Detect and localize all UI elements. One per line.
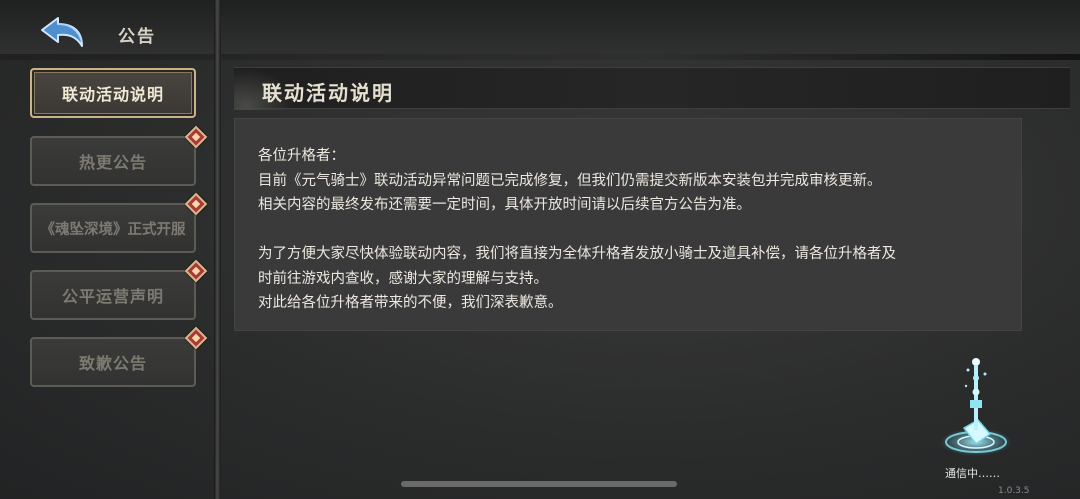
sidebar-item-label: 《魂坠深境》正式开服	[40, 221, 186, 238]
content-panel: 各位升格者： 目前《元气骑士》联动活动异常问题已完成修复，但我们仍需提交新版本安…	[234, 118, 1022, 331]
body-line: 相关内容的最终发布还需要一定时间，具体开放时间请以后续官方公告为准。	[258, 197, 751, 213]
content-title: 联动活动说明	[262, 81, 394, 105]
home-indicator[interactable]	[401, 481, 677, 487]
sidebar-item-fair-play[interactable]: 公平运营声明	[30, 270, 196, 320]
body-line: 对此给各位升格者带来的不便，我们深表歉意。	[258, 295, 563, 311]
communication-beacon-icon	[940, 358, 1012, 456]
sidebar-item-label: 热更公告	[78, 153, 147, 172]
sidebar: 联动活动说明 热更公告 《魂坠深境》正式开服 公平运营声明 致歉公告	[0, 0, 222, 499]
announcement-body: 各位升格者： 目前《元气骑士》联动活动异常问题已完成修复，但我们仍需提交新版本安…	[258, 144, 1008, 316]
body-line: 目前《元气骑士》联动活动异常问题已完成修复，但我们仍需提交新版本安装包并完成审核…	[258, 172, 882, 189]
sidebar-item-label: 联动活动说明	[61, 85, 164, 104]
sidebar-item-apology[interactable]: 致歉公告	[30, 337, 196, 387]
sidebar-divider	[214, 0, 221, 499]
sidebar-item-collab-event[interactable]: 联动活动说明	[30, 68, 196, 118]
body-line: 为了方便大家尽快体验联动内容，我们将直接为全体升格者发放小骑士及道具补偿，请各位…	[258, 246, 896, 262]
content-header: 联动活动说明	[234, 67, 1070, 110]
sidebar-item-server-launch[interactable]: 《魂坠深境》正式开服	[30, 203, 196, 253]
version-label: 1.0.3.5	[998, 486, 1030, 496]
sidebar-item-label: 公平运营声明	[61, 287, 164, 306]
body-line: 各位升格者：	[258, 148, 345, 164]
body-line: 时前往游戏内查收，感谢大家的理解与支持。	[258, 270, 548, 287]
status-text: 通信中……	[945, 467, 1000, 480]
sidebar-item-label: 致歉公告	[78, 354, 147, 373]
announcement-screen: 公告 联动活动说明 热更公告 《魂坠深境》正式开服 公平运营声明 致歉公告 联动…	[0, 0, 1080, 499]
sidebar-item-hotfix-notice[interactable]: 热更公告	[30, 136, 196, 186]
